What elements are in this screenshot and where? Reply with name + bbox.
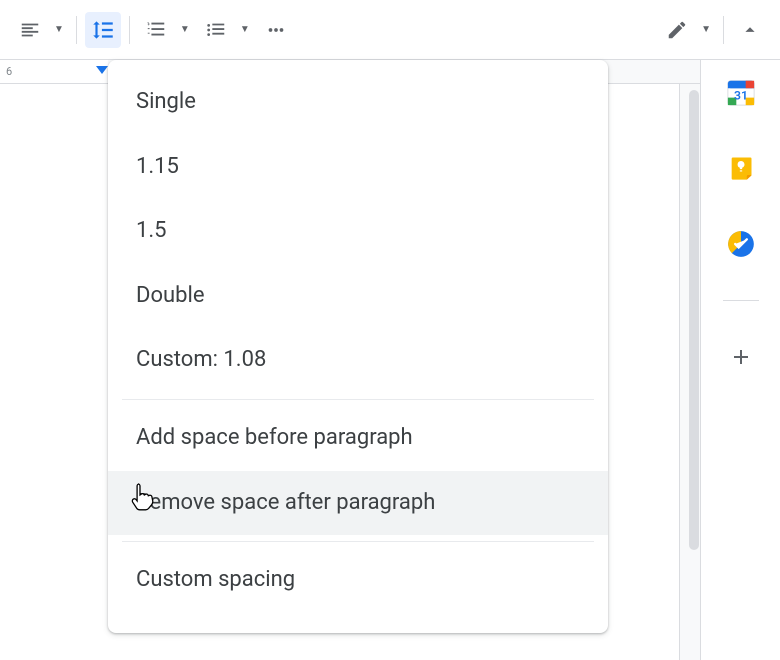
menu-separator — [122, 541, 594, 542]
numbered-list-dropdown-arrow[interactable]: ▼ — [176, 24, 194, 35]
menu-item-add-space-before[interactable]: Add space before paragraph — [108, 406, 608, 471]
align-left-icon[interactable] — [12, 12, 48, 48]
scrollbar-thumb[interactable] — [689, 90, 699, 550]
menu-item-1-15[interactable]: 1.15 — [108, 135, 608, 200]
menu-item-remove-space-after[interactable]: Remove space after paragraph — [108, 471, 608, 536]
align-control[interactable]: ▼ — [12, 12, 68, 48]
menu-separator — [122, 399, 594, 400]
side-separator — [723, 300, 759, 301]
bulleted-list-dropdown-arrow[interactable]: ▼ — [236, 24, 254, 35]
keep-icon[interactable] — [721, 148, 761, 188]
collapse-icon[interactable] — [732, 12, 768, 48]
menu-item-custom-spacing[interactable]: Custom spacing — [108, 548, 608, 613]
editing-mode-control[interactable]: ▼ — [659, 12, 715, 48]
align-dropdown-arrow[interactable]: ▼ — [50, 24, 68, 35]
menu-item-custom-value[interactable]: Custom: 1.08 — [108, 328, 608, 393]
separator — [723, 16, 724, 44]
line-spacing-button[interactable] — [85, 12, 121, 48]
svg-text:31: 31 — [734, 89, 748, 103]
numbered-list-control[interactable]: 1 ▼ — [138, 12, 194, 48]
separator — [76, 16, 77, 44]
bulleted-list-icon[interactable] — [198, 12, 234, 48]
scrollbar[interactable] — [688, 80, 700, 580]
toolbar: ▼ 1 ▼ ▼ ▼ — [0, 0, 780, 60]
side-panel: 31 — [700, 60, 780, 660]
add-addons-icon[interactable] — [721, 337, 761, 377]
ruler[interactable]: 6 — [0, 60, 108, 84]
calendar-icon[interactable]: 31 — [721, 72, 761, 112]
menu-item-double[interactable]: Double — [108, 264, 608, 329]
more-icon[interactable] — [258, 12, 294, 48]
menu-item-single[interactable]: Single — [108, 70, 608, 135]
menu-item-1-5[interactable]: 1.5 — [108, 199, 608, 264]
tasks-icon[interactable] — [721, 224, 761, 264]
separator — [129, 16, 130, 44]
pencil-icon[interactable] — [659, 12, 695, 48]
ruler-number: 6 — [6, 65, 12, 78]
editing-dropdown-arrow[interactable]: ▼ — [697, 24, 715, 35]
ruler-indent-marker[interactable] — [96, 66, 108, 78]
svg-text:1: 1 — [147, 21, 150, 27]
bulleted-list-control[interactable]: ▼ — [198, 12, 254, 48]
numbered-list-icon[interactable]: 1 — [138, 12, 174, 48]
line-spacing-menu: Single 1.15 1.5 Double Custom: 1.08 Add … — [108, 60, 608, 633]
